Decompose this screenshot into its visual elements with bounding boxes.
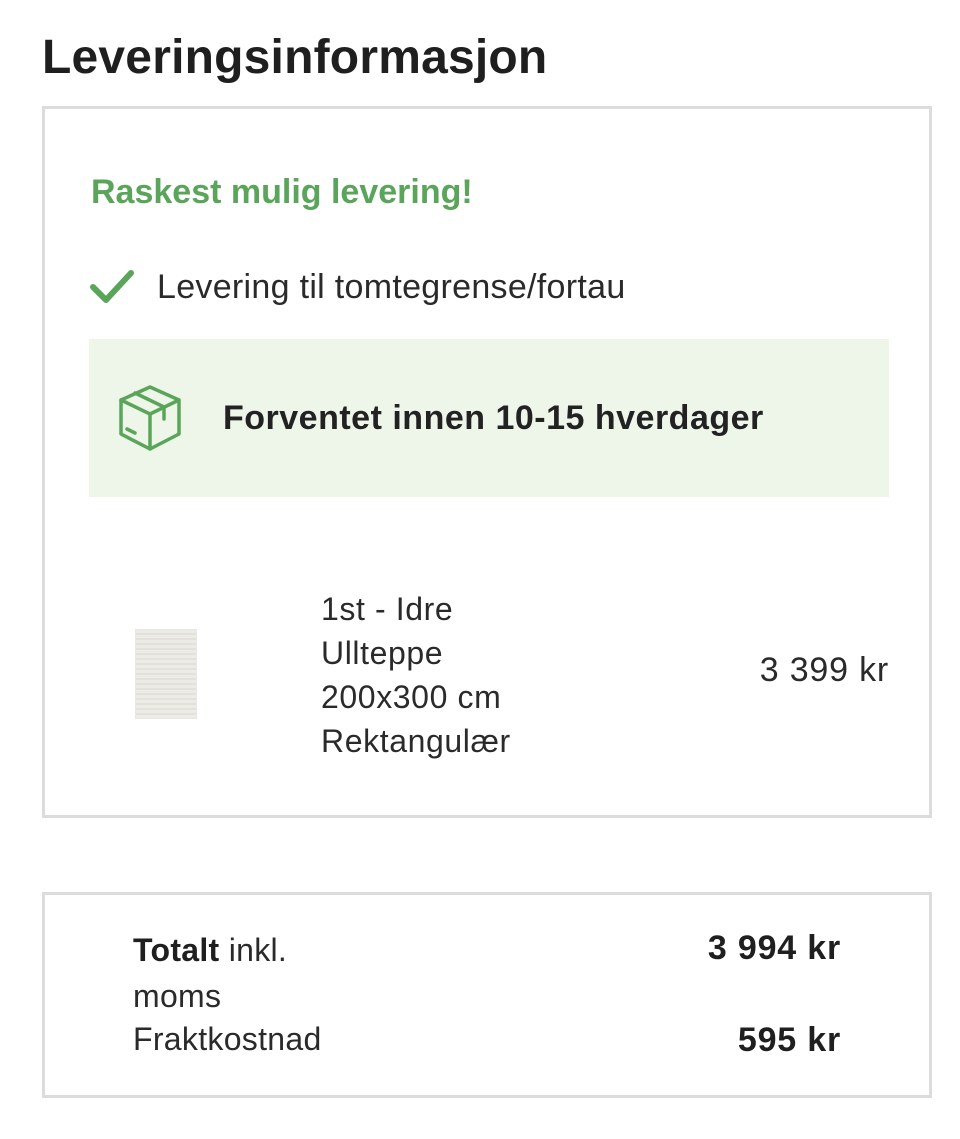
product-type: Ullteppe (321, 635, 444, 671)
product-size: 200x300 cm (321, 679, 502, 715)
product-shape: Rektangulær (321, 723, 511, 759)
shipping-label: Fraktkostnad (133, 1021, 322, 1057)
total-value: 3 994 kr (707, 929, 841, 967)
total-label-bold: Totalt (133, 932, 220, 968)
delivery-eta-label: Forventet innen 10-15 hverdager (223, 398, 764, 437)
delivery-card: Raskest mulig levering! Levering til tom… (42, 106, 932, 818)
checkout-page: Leveringsinformasjon Raskest mulig lever… (0, 0, 960, 1139)
total-label: Totalt inkl. moms (133, 927, 353, 1019)
page-title: Leveringsinformasjon (42, 31, 548, 84)
product-row: 1st - Idre Ullteppe 200x300 cm Rektangul… (89, 587, 889, 767)
delivery-method-row: Levering til tomtegrense/fortau (89, 267, 626, 307)
check-icon (90, 270, 134, 303)
box-icon (119, 385, 181, 451)
product-thumbnail (135, 629, 197, 719)
delivery-headline: Raskest mulig levering! (91, 173, 473, 211)
shipping-value: 595 kr (737, 1021, 841, 1059)
totals-card: Totalt inkl. moms 3 994 kr Fraktkostnad … (42, 892, 932, 1098)
delivery-method-label: Levering til tomtegrense/fortau (157, 267, 626, 306)
product-price: 3 399 kr (759, 651, 889, 689)
product-quantity-name: 1st - Idre (321, 591, 454, 627)
product-description: 1st - Idre Ullteppe 200x300 cm Rektangul… (321, 587, 511, 763)
delivery-eta-box: Forventet innen 10-15 hverdager (89, 339, 889, 497)
